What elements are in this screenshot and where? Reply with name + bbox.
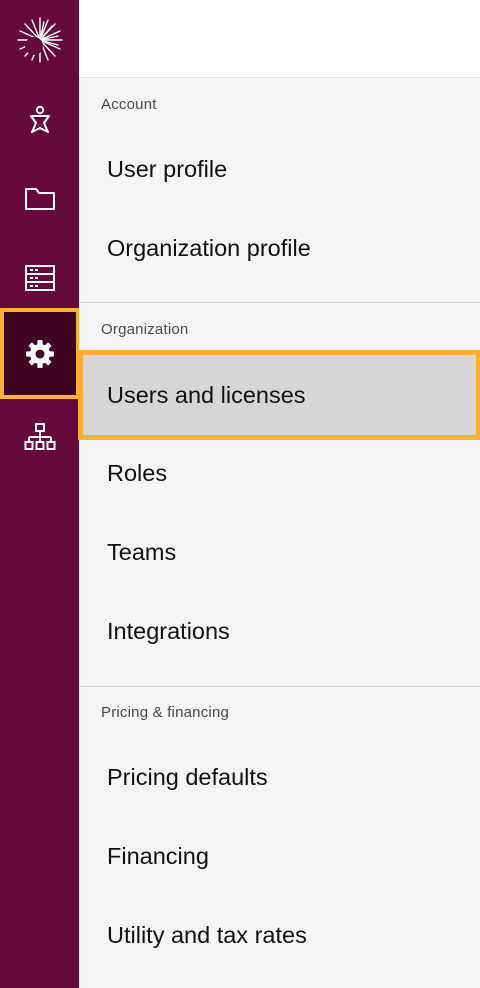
section-divider <box>79 686 480 687</box>
folder-icon <box>24 187 55 210</box>
menu-item-user-profile[interactable]: User profile <box>79 130 480 209</box>
app-logo[interactable] <box>0 0 79 79</box>
database-icon <box>24 264 55 291</box>
menu-item-teams[interactable]: Teams <box>79 513 480 592</box>
menu-item-utility-and-tax-rates[interactable]: Utility and tax rates <box>79 896 480 975</box>
section-heading-account: Account <box>101 96 157 113</box>
menu-item-roles[interactable]: Roles <box>79 434 480 513</box>
org-chart-icon <box>24 422 55 450</box>
gear-icon <box>26 339 54 368</box>
nav-rail <box>0 0 80 988</box>
menu-item-users-and-licenses[interactable]: Users and licenses <box>78 350 480 440</box>
menu-item-integrations[interactable]: Integrations <box>79 592 480 671</box>
person-icon <box>29 105 50 133</box>
top-bar <box>79 0 480 78</box>
nav-folder[interactable] <box>0 159 79 238</box>
nav-database[interactable] <box>0 238 79 317</box>
section-divider <box>79 302 480 303</box>
settings-menu: Account User profile Organization profil… <box>78 78 480 988</box>
section-heading-organization: Organization <box>101 321 189 338</box>
nav-org-chart[interactable] <box>0 397 79 476</box>
menu-item-organization-profile[interactable]: Organization profile <box>79 209 480 288</box>
logo-icon <box>16 16 63 63</box>
nav-person[interactable] <box>0 80 79 159</box>
nav-settings[interactable] <box>0 308 80 399</box>
menu-item-pricing-defaults[interactable]: Pricing defaults <box>79 738 480 817</box>
menu-item-financing[interactable]: Financing <box>79 817 480 896</box>
section-heading-pricing: Pricing & financing <box>101 704 230 721</box>
